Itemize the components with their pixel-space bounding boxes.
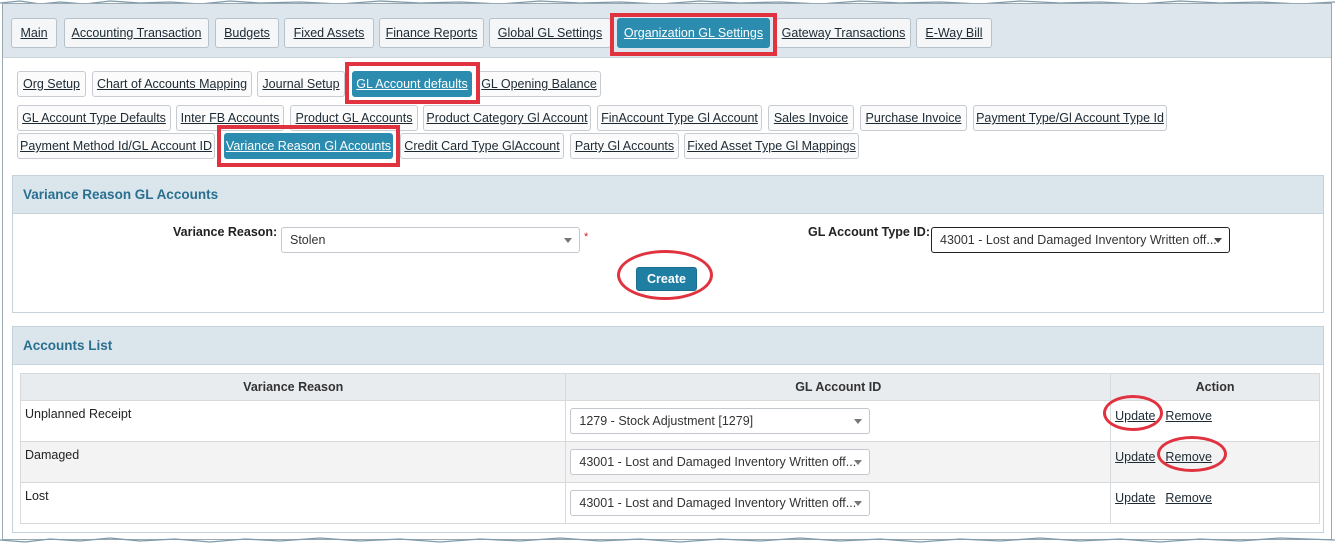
chevron-down-icon	[854, 501, 863, 506]
update-link[interactable]: Update	[1115, 409, 1155, 423]
subtab-inter-fb-accounts[interactable]: Inter FB Accounts	[176, 105, 284, 131]
app-window: Main Accounting Transaction Budgets Fixe…	[2, 3, 1332, 540]
action-cell: Update Remove	[1110, 441, 1320, 483]
reason-text: Unplanned Receipt	[25, 407, 132, 421]
update-link[interactable]: Update	[1115, 491, 1155, 505]
column-header-gl-account-id[interactable]: GL Account ID	[565, 373, 1112, 401]
list-panel-title: Accounts List	[13, 327, 1323, 365]
subtab-finaccount-type-gl-account[interactable]: FinAccount Type Gl Account	[597, 105, 762, 131]
required-indicator: *	[584, 231, 589, 243]
tab-global-gl-settings[interactable]: Global GL Settings	[489, 18, 611, 48]
action-cell: Update Remove	[1110, 482, 1320, 524]
tab-budgets[interactable]: Budgets	[215, 18, 279, 48]
tab-main[interactable]: Main	[11, 18, 57, 48]
column-header-variance-reason[interactable]: Variance Reason	[19, 373, 567, 401]
gl-account-select[interactable]: 1279 - Stock Adjustment [1279]	[570, 408, 871, 434]
subtab-sales-invoice[interactable]: Sales Invoice	[768, 105, 854, 131]
reason-cell: Unplanned Receipt	[19, 400, 567, 442]
remove-link[interactable]: Remove	[1165, 409, 1212, 423]
update-link[interactable]: Update	[1115, 450, 1155, 464]
tab-gateway-transactions[interactable]: Gateway Transactions	[776, 18, 911, 48]
gl-account-value: 43001 - Lost and Damaged Inventory Writt…	[579, 455, 857, 469]
action-cell: Update Remove	[1110, 400, 1320, 442]
subtab-fixed-asset-type-gl-mappings[interactable]: Fixed Asset Type Gl Mappings	[684, 133, 859, 159]
chevron-down-icon	[1214, 238, 1222, 243]
reason-text: Lost	[25, 489, 49, 503]
tab-finance-reports[interactable]: Finance Reports	[379, 18, 484, 48]
tab-fixed-assets[interactable]: Fixed Assets	[284, 18, 374, 48]
remove-link[interactable]: Remove	[1165, 491, 1212, 505]
create-button[interactable]: Create	[636, 267, 697, 291]
subtab-payment-type-gl-account-type-id[interactable]: Payment Type/Gl Account Type Id	[973, 105, 1167, 131]
variance-reason-value: Stolen	[290, 233, 326, 247]
table-header-row: Variance Reason GL Account ID Action	[19, 373, 1320, 401]
tab-eway-bill[interactable]: E-Way Bill	[916, 18, 992, 48]
subtab-party-gl-accounts[interactable]: Party Gl Accounts	[570, 133, 679, 159]
subtab-gl-account-type-defaults[interactable]: GL Account Type Defaults	[17, 105, 171, 131]
gl-account-select[interactable]: 43001 - Lost and Damaged Inventory Writt…	[570, 490, 871, 516]
table-row: Lost 43001 - Lost and Damaged Inventory …	[19, 482, 1320, 524]
chevron-down-icon	[854, 419, 863, 424]
gl-cell: 43001 - Lost and Damaged Inventory Writt…	[565, 482, 1112, 524]
subtab-chart-of-accounts-mapping[interactable]: Chart of Accounts Mapping	[92, 71, 252, 97]
accounts-table: Variance Reason GL Account ID Action Unp…	[19, 373, 1320, 524]
subtab-journal-setup[interactable]: Journal Setup	[257, 71, 345, 97]
reason-cell: Lost	[19, 482, 567, 524]
gl-account-select[interactable]: 43001 - Lost and Damaged Inventory Writt…	[570, 449, 871, 475]
table-row: Unplanned Receipt 1279 - Stock Adjustmen…	[19, 400, 1320, 442]
subtab-gl-account-defaults[interactable]: GL Account defaults	[352, 71, 472, 97]
chevron-down-icon	[564, 238, 572, 243]
tab-accounting-transaction[interactable]: Accounting Transaction	[64, 18, 209, 48]
subtab-purchase-invoice[interactable]: Purchase Invoice	[860, 105, 967, 131]
gl-cell: 1279 - Stock Adjustment [1279]	[565, 400, 1112, 442]
chevron-down-icon	[854, 460, 863, 465]
gl-account-type-label: GL Account Type ID:	[808, 225, 930, 239]
gl-account-value: 1279 - Stock Adjustment [1279]	[579, 414, 754, 428]
table-row: Damaged 43001 - Lost and Damaged Invento…	[19, 441, 1320, 483]
tab-organization-gl-settings[interactable]: Organization GL Settings	[617, 18, 770, 48]
reason-text: Damaged	[25, 448, 80, 462]
form-panel-title: Variance Reason GL Accounts	[13, 176, 1323, 214]
variance-reason-label: Variance Reason:	[173, 225, 278, 239]
subtab-product-gl-accounts[interactable]: Product GL Accounts	[290, 105, 418, 131]
gl-account-type-select[interactable]: 43001 - Lost and Damaged Inventory Writt…	[931, 227, 1230, 253]
column-header-action: Action	[1110, 373, 1320, 401]
subtab-credit-card-type-glaccount[interactable]: Credit Card Type GlAccount	[400, 133, 564, 159]
subtab-org-setup[interactable]: Org Setup	[17, 71, 86, 97]
subtab-product-category-gl-account[interactable]: Product Category Gl Account	[423, 105, 591, 131]
subtab-payment-method-gl-account-id[interactable]: Payment Method Id/GL Account ID	[17, 133, 215, 159]
subtab-gl-opening-balance[interactable]: GL Opening Balance	[477, 71, 601, 97]
gl-cell: 43001 - Lost and Damaged Inventory Writt…	[565, 441, 1112, 483]
gl-account-type-value: 43001 - Lost and Damaged Inventory Writt…	[940, 233, 1217, 247]
remove-link[interactable]: Remove	[1165, 450, 1212, 464]
reason-cell: Damaged	[19, 441, 567, 483]
gl-account-value: 43001 - Lost and Damaged Inventory Writt…	[579, 496, 857, 510]
subtab-variance-reason-gl-accounts[interactable]: Variance Reason Gl Accounts	[224, 133, 393, 159]
main-tab-bar: Main Accounting Transaction Budgets Fixe…	[3, 4, 1331, 58]
variance-reason-select[interactable]: Stolen	[281, 227, 580, 253]
